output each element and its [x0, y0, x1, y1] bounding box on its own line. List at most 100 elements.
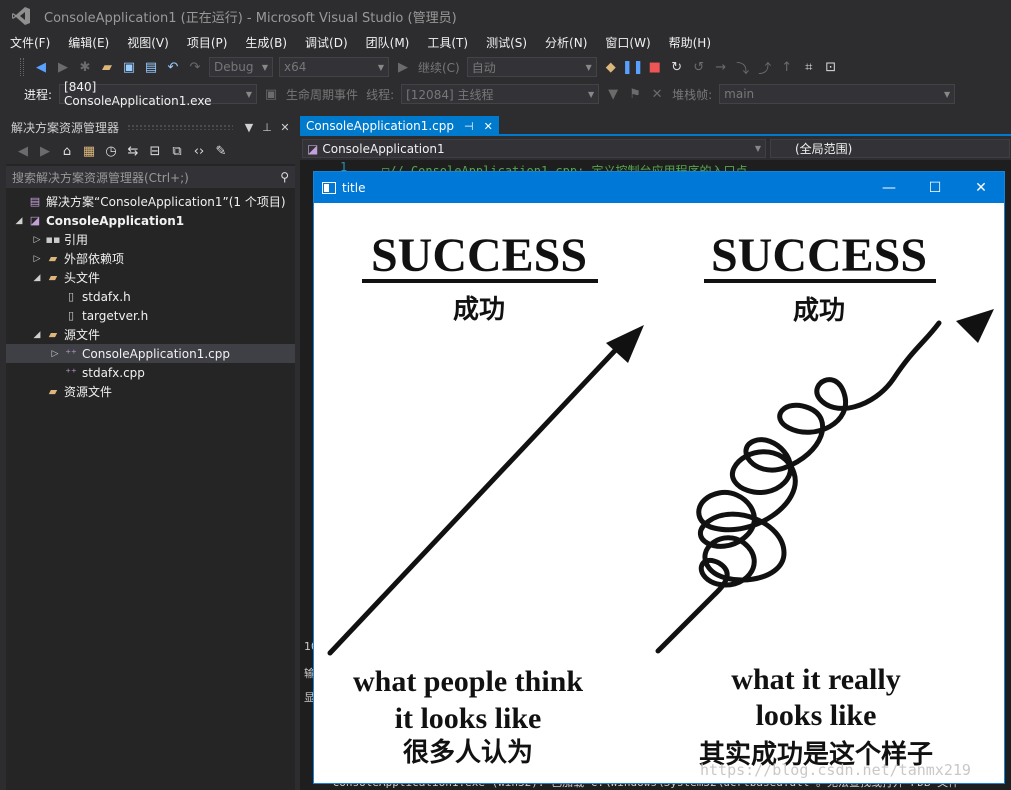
project-scope-value: ◪ ConsoleApplication1 — [307, 142, 445, 156]
left-caption-line-2: it looks like — [395, 702, 542, 735]
stop-icon[interactable]: ■ — [645, 57, 665, 77]
tree-item[interactable]: ▯ targetver.h — [6, 306, 295, 325]
diagnostics-icon[interactable]: ⊡ — [821, 57, 841, 77]
menu-bar: 文件(F) 编辑(E) 视图(V) 项目(P) 生成(B) 调试(D) 团队(M… — [0, 32, 1011, 52]
pin-icon[interactable]: ⊣ — [464, 120, 474, 133]
tree-item[interactable]: ⁺⁺ stdafx.cpp — [6, 363, 295, 382]
collapse-all-icon[interactable]: ⊟ — [145, 141, 165, 161]
left-caption-line-3: 很多人认为 — [403, 738, 533, 768]
header-grip[interactable] — [127, 124, 233, 130]
step-over-2-icon[interactable]: ⤴ — [755, 57, 775, 77]
menu-team[interactable]: 团队(M) — [360, 34, 416, 51]
pending-changes-icon[interactable]: ◷ — [101, 141, 121, 161]
tree-item[interactable]: ◢ ▰ 源文件 — [6, 325, 295, 344]
lifecycle-events-icon[interactable]: ▣ — [261, 84, 281, 104]
solution-search-input[interactable]: 搜索解决方案资源管理器(Ctrl+;) ⚲ — [6, 166, 295, 188]
tree-item[interactable]: ▯ stdafx.h — [6, 287, 295, 306]
pin-icon[interactable]: ⊥ — [259, 121, 275, 134]
expander-icon[interactable]: ▷ — [30, 235, 44, 245]
auto-select[interactable]: 自动 ▼ — [466, 57, 597, 77]
restart-icon[interactable]: ↻ — [667, 57, 687, 77]
step-over-icon[interactable]: ⤵ — [733, 57, 753, 77]
tree-item[interactable]: ◢ ▰ 头文件 — [6, 268, 295, 287]
forward-icon[interactable]: ▶ — [53, 57, 73, 77]
filter-icon[interactable]: ▼ — [603, 84, 623, 104]
menu-debug[interactable]: 调试(D) — [299, 34, 354, 51]
folder-icon: ▰ — [48, 252, 58, 265]
tree-item[interactable]: ▷ ▰ 外部依赖项 — [6, 249, 295, 268]
tab-consoleapplication1-cpp[interactable]: ConsoleApplication1.cpp ⊣ ✕ — [300, 116, 499, 136]
continue-icon[interactable]: ▶ — [393, 57, 413, 77]
properties-icon[interactable]: ✎ — [211, 141, 231, 161]
home-icon[interactable]: ⌂ — [57, 141, 77, 161]
tree-item[interactable]: ◢ ◪ ConsoleApplication1 — [6, 211, 295, 230]
show-all-files-icon[interactable]: ⧉ — [167, 141, 187, 161]
minimize-button[interactable]: — — [866, 172, 912, 203]
references-icon: ▪▪ — [45, 233, 61, 246]
menu-project[interactable]: 项目(P) — [181, 34, 234, 51]
continue-button[interactable]: 继续(C) — [418, 59, 460, 76]
menu-test[interactable]: 测试(S) — [480, 34, 533, 51]
project-scope-select[interactable]: ◪ ConsoleApplication1 ▼ — [302, 139, 766, 158]
tree-item[interactable]: ▷ ⁺⁺ ConsoleApplication1.cpp — [6, 344, 295, 363]
lifecycle-events-button[interactable]: 生命周期事件 — [286, 86, 358, 103]
menu-help[interactable]: 帮助(H) — [663, 34, 717, 51]
maximize-button[interactable]: ☐ — [912, 172, 958, 203]
menu-build[interactable]: 生成(B) — [239, 34, 293, 51]
menu-window[interactable]: 窗口(W) — [599, 34, 656, 51]
browser-link-icon[interactable]: ◆ — [601, 57, 621, 77]
tree-item-label: 头文件 — [64, 271, 101, 285]
close-icon[interactable]: ✕ — [484, 120, 493, 133]
new-project-icon[interactable]: ✱ — [75, 57, 95, 77]
global-scope-select[interactable]: (全局范围) — [770, 139, 1010, 158]
stack-frame-select[interactable]: main ▼ — [719, 84, 956, 104]
flag-toggle-icon[interactable]: ✕ — [647, 84, 667, 104]
view-code-icon[interactable]: ‹› — [189, 141, 209, 161]
platform-select[interactable]: x64 ▼ — [279, 57, 389, 77]
search-icon[interactable]: ⚲ — [280, 170, 289, 184]
image-window-titlebar[interactable]: title — ☐ ✕ — [314, 172, 1004, 203]
configuration-select[interactable]: Debug ▼ — [209, 57, 273, 77]
menu-tools[interactable]: 工具(T) — [421, 34, 474, 51]
switch-views-icon[interactable]: ▦ — [79, 141, 99, 161]
flag-thread-icon[interactable]: ⚑ — [625, 84, 645, 104]
menu-analyze[interactable]: 分析(N) — [539, 34, 593, 51]
step-out-icon[interactable]: ↑ — [777, 57, 797, 77]
save-all-icon[interactable]: ▤ — [141, 57, 161, 77]
expander-icon[interactable]: ▷ — [30, 254, 44, 264]
sync-icon[interactable]: ⇆ — [123, 141, 143, 161]
expander-icon[interactable]: ◢ — [12, 216, 26, 226]
cpp-file-icon: ⁺⁺ — [65, 347, 77, 360]
close-button[interactable]: ✕ — [958, 172, 1004, 203]
tree-item[interactable]: ▰ 资源文件 — [6, 382, 295, 401]
expander-icon[interactable]: ▷ — [48, 349, 62, 359]
thread-select[interactable]: [12084] 主线程 ▼ — [401, 84, 600, 104]
window-menu-icon[interactable]: ▼ — [241, 121, 257, 134]
open-file-icon[interactable]: ▰ — [97, 57, 117, 77]
close-icon[interactable]: ✕ — [277, 121, 293, 134]
expander-icon[interactable]: ◢ — [30, 330, 44, 340]
menu-view[interactable]: 视图(V) — [121, 34, 175, 51]
stack-frame-value: main — [724, 87, 755, 101]
forward-icon[interactable]: ▶ — [35, 141, 55, 161]
expander-icon[interactable]: ◢ — [30, 273, 44, 283]
cpp-file-icon: ⁺⁺ — [65, 366, 77, 379]
left-caption-line-1: what people think — [353, 665, 583, 698]
thread-label: 线程: — [366, 87, 395, 102]
thread-value: [12084] 主线程 — [406, 87, 494, 102]
hex-display-icon[interactable]: ⌗ — [799, 57, 819, 77]
undo-icon[interactable]: ↶ — [163, 57, 183, 77]
back-icon[interactable]: ◀ — [13, 141, 33, 161]
back-icon[interactable]: ◀ — [31, 57, 51, 77]
menu-file[interactable]: 文件(F) — [4, 34, 56, 51]
redo-icon[interactable]: ↷ — [185, 57, 205, 77]
save-icon[interactable]: ▣ — [119, 57, 139, 77]
menu-edit[interactable]: 编辑(E) — [62, 34, 115, 51]
process-select[interactable]: [840] ConsoleApplication1.exe ▼ — [59, 80, 258, 108]
pause-icon[interactable]: ❚❚ — [622, 57, 644, 77]
show-next-statement-icon[interactable]: ↺ — [689, 57, 709, 77]
tree-item[interactable]: ▤ 解决方案“ConsoleApplication1”(1 个项目) — [6, 192, 295, 211]
tree-item[interactable]: ▷ ▪▪ 引用 — [6, 230, 295, 249]
step-into-icon[interactable]: → — [711, 57, 731, 77]
toolbar-grip[interactable] — [20, 58, 24, 76]
